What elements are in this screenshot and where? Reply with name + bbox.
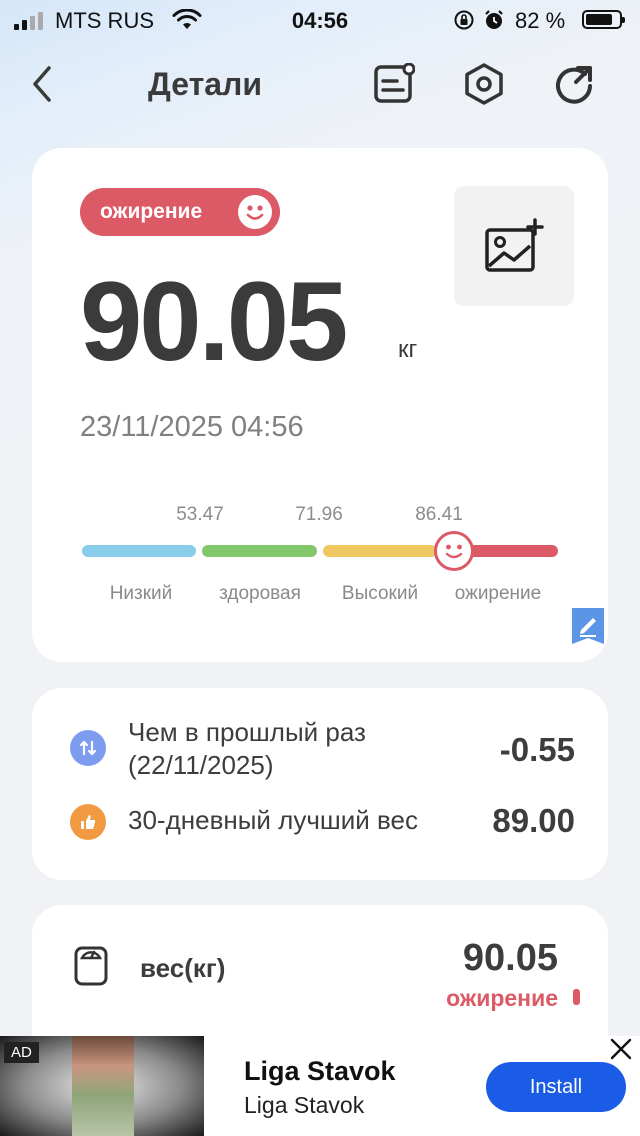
status-indicator: [573, 989, 580, 1005]
status-badge: ожирение: [80, 188, 280, 236]
nav-bar: Детали: [0, 56, 640, 116]
bmi-bar-healthy: [202, 545, 317, 557]
add-photo-button[interactable]: [454, 186, 574, 306]
weight-unit: кг: [398, 336, 418, 363]
ad-subtitle: Liga Stavok: [244, 1092, 365, 1118]
weight-metric-status: ожирение: [446, 985, 558, 1011]
category-high-label: Высокий: [341, 583, 419, 604]
bmi-bar-low: [82, 545, 196, 557]
alarm-icon: [483, 9, 505, 37]
ad-tag: AD: [4, 1042, 39, 1063]
measurement-datetime: 23/11/2025 04:56: [80, 411, 304, 443]
weight-metric-label: вес(кг): [140, 953, 226, 983]
best-weight-label: 30-дневный лучший вес: [128, 805, 418, 835]
install-button[interactable]: Install: [486, 1062, 626, 1112]
page-title: Детали: [148, 66, 263, 102]
last-time-row-label: Чем в прошлый раз (22/11/2025): [128, 716, 366, 782]
scale-icon: [72, 945, 110, 992]
note-icon[interactable]: [366, 56, 422, 112]
comparison-card: Чем в прошлый раз (22/11/2025) -0.55 30-…: [32, 688, 608, 880]
ad-banner[interactable]: AD Liga Stavok Liga Stavok Install: [0, 1036, 640, 1136]
ad-image: [72, 1036, 134, 1136]
settings-icon[interactable]: [456, 56, 512, 112]
ad-title: Liga Stavok: [244, 1056, 396, 1086]
threshold-low-healthy: 53.47: [176, 504, 224, 525]
last-time-date: (22/11/2025): [128, 750, 274, 780]
battery-percent: 82 %: [515, 8, 566, 33]
bmi-bar-high: [323, 545, 437, 557]
edit-icon[interactable]: [572, 608, 604, 644]
threshold-healthy-high: 71.96: [295, 504, 343, 525]
ad-thumbnail[interactable]: AD: [0, 1036, 204, 1136]
threshold-high-obese: 86.41: [415, 504, 463, 525]
status-badge-label: ожирение: [100, 200, 203, 223]
category-healthy-label: здоровая: [219, 583, 301, 604]
last-time-change-value: -0.55: [499, 731, 575, 768]
close-icon[interactable]: [608, 1036, 634, 1062]
current-weight: 90.05: [80, 259, 348, 384]
category-obese-label: ожирение: [454, 583, 542, 604]
thumbs-up-icon: [70, 804, 106, 840]
last-time-label: Чем в прошлый раз: [128, 717, 366, 747]
orientation-lock-icon: [453, 9, 475, 37]
smiley-icon: [445, 544, 463, 559]
weight-metric-value: 90.05: [462, 937, 558, 979]
current-position-marker: [434, 531, 474, 571]
share-icon[interactable]: [546, 56, 602, 112]
status-bar: MTS RUS 04:56 82 %: [0, 0, 640, 40]
best-weight-value: 89.00: [492, 802, 575, 839]
weight-detail-card: ожирение 90.05 кг 23/11/2025 04:56 53.47…: [32, 148, 608, 662]
add-image-icon: [485, 218, 544, 272]
back-icon[interactable]: [14, 56, 70, 112]
category-low-label: Низкий: [109, 583, 173, 604]
battery-icon: [582, 10, 625, 29]
change-arrows-icon: [70, 730, 106, 766]
smiley-icon: [238, 195, 272, 229]
